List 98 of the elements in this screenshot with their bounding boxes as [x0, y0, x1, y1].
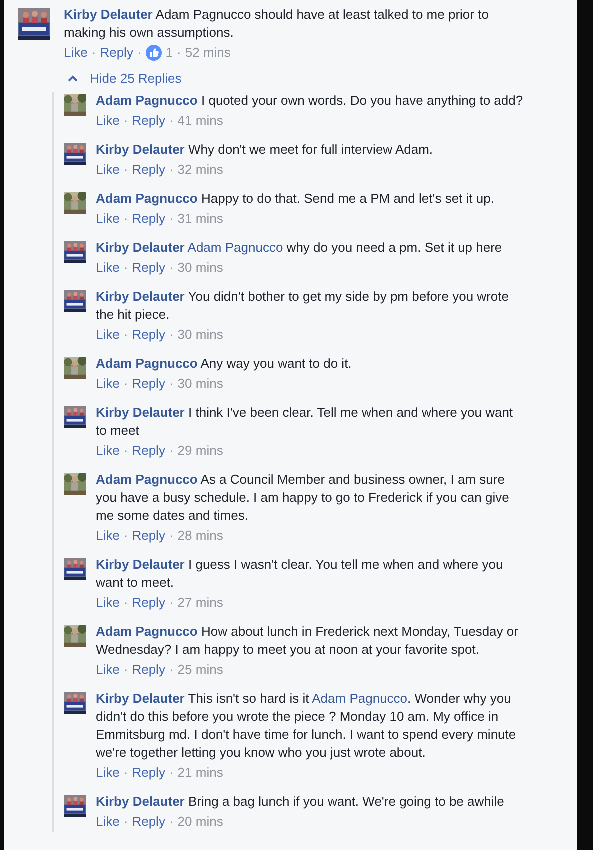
action-link[interactable]: Reply — [132, 763, 166, 783]
comment-text: Kirby Delauter Adam Pagnucco why do you need a pm. Set it up here — [96, 239, 504, 257]
separator-dot: · — [124, 594, 128, 612]
action-link[interactable]: Like — [96, 160, 120, 180]
action-link[interactable]: Reply — [132, 325, 166, 345]
separator-dot: · — [169, 764, 174, 782]
separator-dot: · — [124, 375, 128, 393]
timestamp: 41 mins — [178, 112, 224, 130]
like-icon — [146, 45, 162, 61]
separator-dot: · — [124, 210, 128, 228]
author-link[interactable]: Kirby Delauter — [96, 557, 185, 572]
timestamp: 25 mins — [178, 661, 224, 679]
timestamp: 20 mins — [178, 813, 224, 831]
comment-text: Kirby Delauter Adam Pagnucco should have at least talked to me prior to making his own assumptions. — [64, 6, 490, 42]
author-link[interactable]: Adam Pagnucco — [96, 356, 198, 371]
comment-text: Adam Pagnucco How about lunch in Frederick next Monday, Tuesday or Wednesday? I am happy to meet you at noon at your favorite spot. — [96, 623, 520, 659]
author-link[interactable]: Kirby Delauter — [96, 289, 185, 304]
timestamp: 32 mins — [178, 161, 224, 179]
separator-dot: · — [169, 442, 174, 460]
separator-dot: · — [124, 442, 128, 460]
separator-dot: · — [124, 764, 128, 782]
mention-link[interactable]: Adam Pagnucco — [188, 240, 284, 255]
timestamp: 52 mins — [185, 44, 231, 62]
timestamp: 30 mins — [178, 259, 224, 277]
author-link[interactable]: Kirby Delauter — [96, 142, 185, 157]
timestamp: 30 mins — [178, 375, 224, 393]
separator-dot: · — [124, 161, 128, 179]
author-link[interactable]: Adam Pagnucco — [96, 191, 198, 206]
action-link[interactable]: Reply — [100, 43, 134, 63]
comment-text: Kirby Delauter Why don't we meet for full interview Adam. — [96, 141, 434, 159]
comment-text: Kirby Delauter I think I've been clear. Tell me when and where you want to meet — [96, 404, 514, 440]
hide-replies-link[interactable]: Hide 25 Replies — [90, 70, 182, 86]
separator-dot: · — [124, 112, 128, 130]
author-link[interactable]: Adam Pagnucco — [96, 472, 198, 487]
timestamp: 21 mins — [178, 764, 224, 782]
separator-dot: · — [137, 44, 142, 62]
comment-text: Adam Pagnucco Happy to do that. Send me a PM and let's set it up. — [96, 190, 496, 208]
author-link[interactable]: Adam Pagnucco — [96, 93, 198, 108]
separator-dot: · — [124, 259, 128, 277]
separator-dot: · — [169, 813, 174, 831]
separator-dot: · — [169, 326, 174, 344]
reaction-count: 1 — [166, 44, 174, 62]
author-link[interactable]: Kirby Delauter — [64, 7, 153, 22]
comment-text: Adam Pagnucco Any way you want to do it. — [96, 355, 353, 373]
separator-dot: · — [124, 661, 128, 679]
separator-dot: · — [124, 527, 128, 545]
action-link[interactable]: Reply — [132, 660, 166, 680]
action-link[interactable]: Like — [96, 325, 120, 345]
separator-dot: · — [169, 112, 174, 130]
separator-dot: · — [169, 259, 174, 277]
action-link[interactable]: Reply — [132, 209, 166, 229]
separator-dot: · — [169, 594, 174, 612]
comment-text: Kirby Delauter You didn't bother to get my side by pm before you wrote the hit piece. — [96, 288, 510, 324]
action-link[interactable]: Reply — [132, 111, 166, 131]
timestamp: 31 mins — [178, 210, 224, 228]
action-link[interactable]: Like — [96, 374, 120, 394]
timestamp: 28 mins — [178, 527, 224, 545]
action-link[interactable]: Reply — [132, 812, 166, 832]
author-link[interactable]: Kirby Delauter — [96, 405, 185, 420]
action-link[interactable]: Reply — [132, 160, 166, 180]
action-link[interactable]: Like — [96, 593, 120, 613]
separator-dot: · — [124, 813, 128, 831]
action-link[interactable]: Like — [96, 111, 120, 131]
caret-icon[interactable] — [68, 74, 78, 82]
comment-text: Kirby Delauter Bring a bag lunch if you want. We're going to be awhile — [96, 793, 506, 811]
timestamp: 30 mins — [178, 326, 224, 344]
author-link[interactable]: Kirby Delauter — [96, 691, 185, 706]
action-link[interactable]: Like — [96, 763, 120, 783]
comment-text: Adam Pagnucco As a Council Member and business owner, I am sure you have a busy schedule. I am happy to go to Frederick if you can give me some dates and times. — [96, 471, 510, 525]
separator-dot: · — [92, 44, 96, 62]
separator-dot: · — [169, 527, 174, 545]
comment-text: Adam Pagnucco I quoted your own words. Do you have anything to add? — [96, 92, 524, 110]
action-link[interactable]: Reply — [132, 374, 166, 394]
action-link[interactable]: Like — [96, 526, 120, 546]
action-link[interactable]: Like — [96, 812, 120, 832]
action-link[interactable]: Like — [96, 258, 120, 278]
separator-dot: · — [177, 44, 182, 62]
mention-link[interactable]: Adam Pagnucco — [312, 691, 408, 706]
comment-text: Kirby Delauter This isn't so hard is it Adam Pagnucco. Wonder why you didn't do this before you wrote the piece ? Monday 10 am. My office in Emmitsburg md. I don't have time for lunch. I want to spend every minute we're together letting you know who you just wrote about. — [96, 690, 518, 762]
separator-dot: · — [169, 161, 174, 179]
separator-dot: · — [169, 210, 174, 228]
action-link[interactable]: Reply — [132, 441, 166, 461]
action-link[interactable]: Reply — [132, 593, 166, 613]
timestamp: 29 mins — [178, 442, 224, 460]
separator-dot: · — [169, 375, 174, 393]
action-link[interactable]: Reply — [132, 526, 166, 546]
author-link[interactable]: Kirby Delauter — [96, 794, 185, 809]
author-link[interactable]: Adam Pagnucco — [96, 624, 198, 639]
action-link[interactable]: Like — [96, 209, 120, 229]
action-link[interactable]: Reply — [132, 258, 166, 278]
separator-dot: · — [124, 326, 128, 344]
comment-text: Kirby Delauter I guess I wasn't clear. You tell me when and where you want to meet. — [96, 556, 504, 592]
separator-dot: · — [169, 661, 174, 679]
author-link[interactable]: Kirby Delauter — [96, 240, 185, 255]
timestamp: 27 mins — [178, 594, 224, 612]
action-link[interactable]: Like — [96, 441, 120, 461]
action-link[interactable]: Like — [96, 660, 120, 680]
action-link[interactable]: Like — [64, 43, 88, 63]
